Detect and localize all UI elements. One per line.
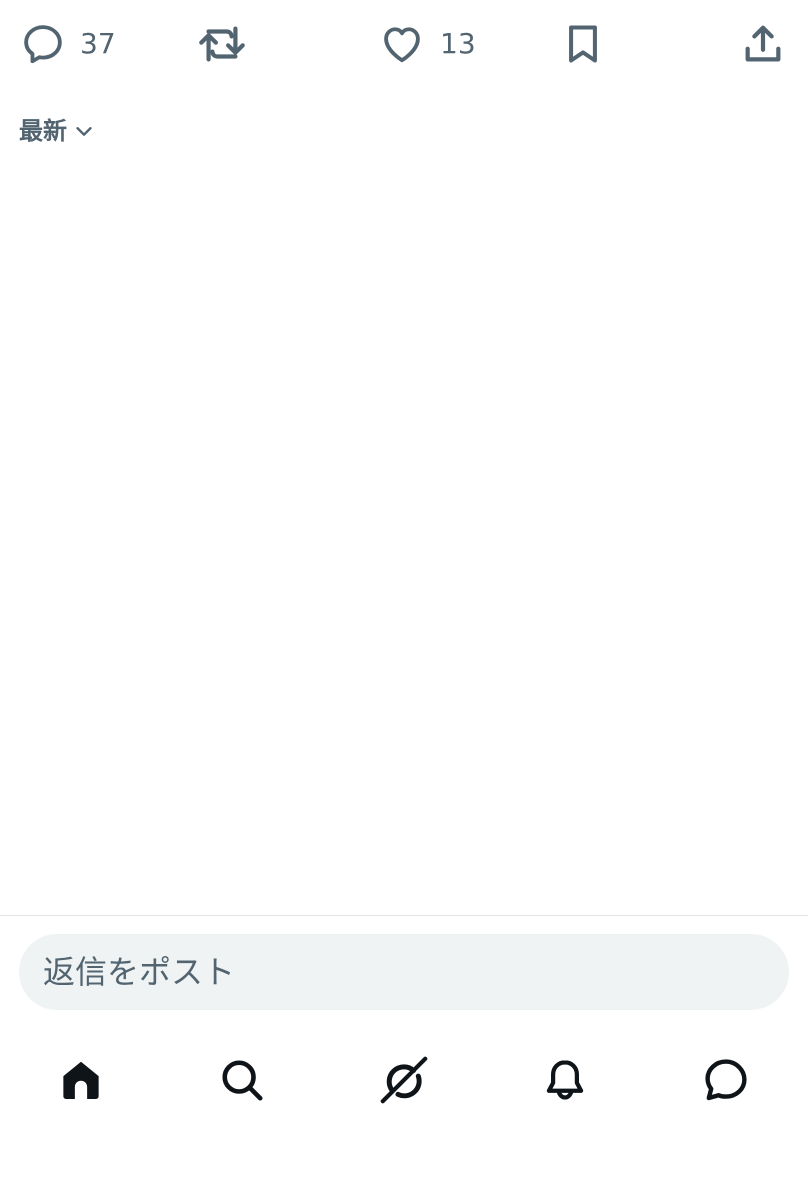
reply-input[interactable]: [19, 934, 789, 1010]
tab-messages[interactable]: [696, 1050, 756, 1110]
home-icon: [63, 1061, 99, 1099]
tab-home[interactable]: [51, 1050, 111, 1110]
share-button[interactable]: [740, 18, 786, 70]
search-icon: [222, 1060, 263, 1101]
bookmark-icon: [569, 25, 597, 63]
reply-sort-dropdown[interactable]: 最新: [19, 119, 95, 143]
grok-icon: [380, 1056, 428, 1104]
like-button[interactable]: 13: [378, 18, 476, 70]
reply-icon: [24, 25, 62, 64]
bell-icon: [546, 1060, 584, 1100]
post-detail-screen: 37 13 最新 返信をポスト: [0, 0, 808, 1200]
messages-icon: [705, 1059, 747, 1101]
reply-bar-divider: [0, 915, 808, 916]
repost-button[interactable]: [196, 18, 248, 70]
sort-label: 最新: [19, 117, 67, 145]
like-count: 13: [440, 27, 476, 60]
tab-search[interactable]: [212, 1050, 272, 1110]
chevron-down-icon: [76, 127, 92, 136]
heart-icon: [384, 27, 420, 63]
tab-grok[interactable]: [374, 1050, 434, 1110]
share-icon: [745, 25, 781, 62]
reply-button[interactable]: 37: [20, 18, 116, 70]
bottom-tab-bar: [0, 1040, 808, 1120]
repost-icon: [199, 26, 245, 62]
reply-count: 37: [80, 27, 116, 60]
tab-notifications[interactable]: [535, 1050, 595, 1110]
post-action-bar: 37 13: [0, 0, 808, 90]
bookmark-button[interactable]: [561, 18, 605, 70]
